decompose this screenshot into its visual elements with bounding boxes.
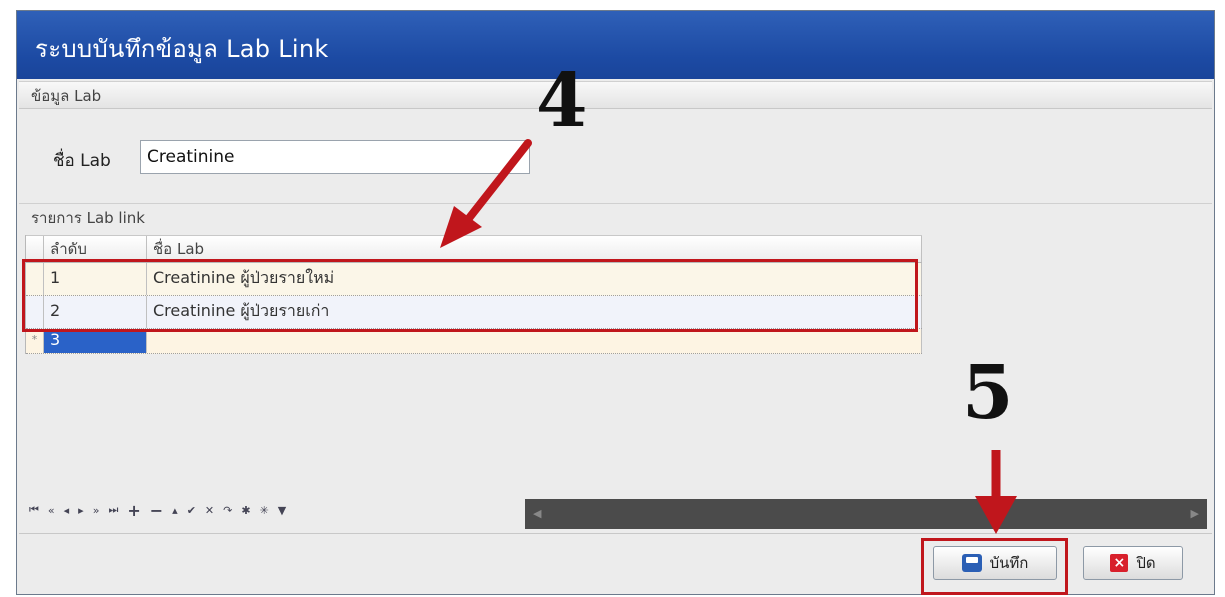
arrow-4: [440, 139, 532, 248]
arrow-5: [975, 450, 1017, 534]
annotation-arrows: [440, 139, 1017, 534]
